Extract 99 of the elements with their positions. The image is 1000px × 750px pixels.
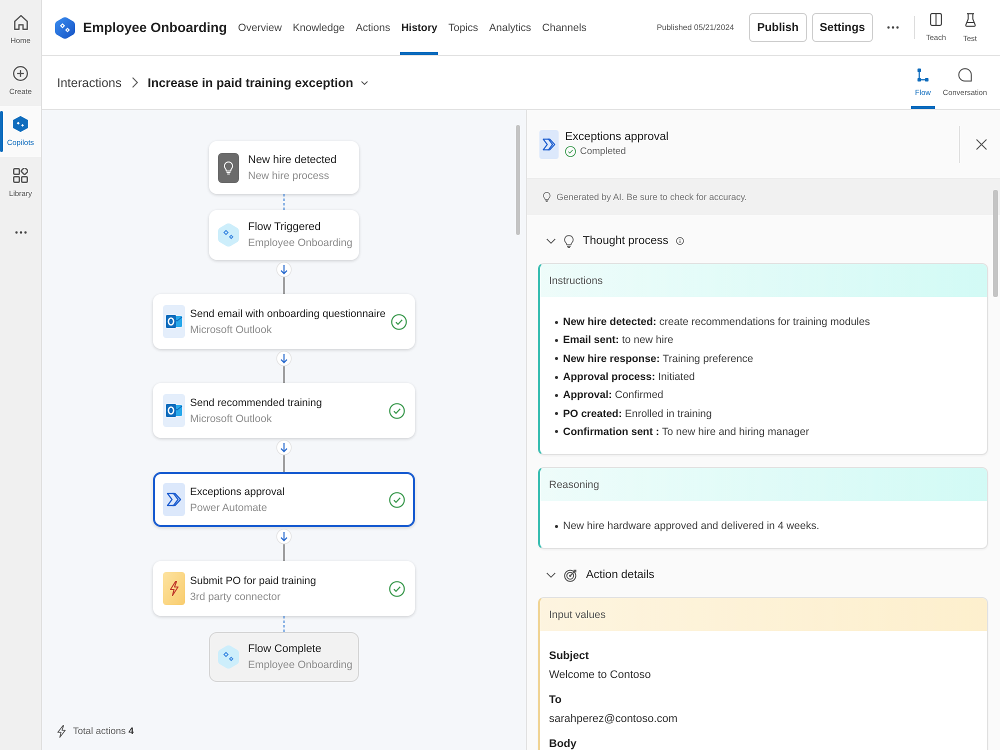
- bullet-text: New hire detected: create recommendations for training modules: [563, 316, 870, 328]
- bullet-icon: [555, 524, 558, 528]
- arrow-connector: [276, 260, 292, 294]
- chevron-down-icon: [361, 80, 368, 84]
- arrow-connector: [276, 527, 292, 561]
- node-title: New hire detected: [248, 152, 338, 168]
- node-subtitle: Employee Onboarding: [248, 658, 352, 673]
- dashed-connector: [283, 616, 285, 632]
- dashed-connector: [283, 194, 285, 210]
- flow-node[interactable]: Send email with onboarding questionnaire Microsoft Outlook: [153, 294, 415, 349]
- node-subtitle: Microsoft Outlook: [190, 322, 273, 338]
- node-subtitle: 3rd party connector: [190, 590, 282, 604]
- breadcrumb-link[interactable]: Interactions: [57, 76, 122, 90]
- lightning-icon: [163, 572, 185, 605]
- bullet-text: New hire hardware approved and delivered in 4 weeks.: [563, 520, 820, 532]
- lightning-icon: [57, 725, 66, 738]
- field-value: Welcome to Contoso: [549, 668, 652, 684]
- nav-tab[interactable]: Knowledge: [292, 0, 346, 55]
- bullet-icon: [555, 338, 558, 342]
- hexagon-icon: [218, 645, 239, 669]
- double-chevron-icon: [163, 483, 185, 516]
- card-header: Input values: [540, 598, 987, 632]
- section-toggle[interactable]: Action details: [538, 562, 654, 588]
- bullet-text: Approval process: Initiated: [563, 371, 695, 384]
- field-label: To: [549, 693, 563, 708]
- double-chevron-icon: [539, 130, 559, 158]
- node-title: Flow Triggered: [248, 220, 322, 235]
- publish-date: Published 05/21/2024: [656, 23, 734, 32]
- hexagon-icon: [13, 116, 28, 132]
- bullet-text: Confirmation sent : To new hire and hiring manager: [563, 426, 810, 438]
- chat-icon: [958, 68, 972, 82]
- info-icon: [676, 237, 684, 245]
- flow-node[interactable]: Submit PO for paid training 3rd party connector: [153, 561, 415, 616]
- flow-node[interactable]: Send recommended training Microsoft Outlook: [153, 383, 415, 438]
- bullet-text: Approval: Confirmed: [563, 389, 664, 402]
- hexagon-logo: [55, 16, 75, 38]
- flow-icon: [916, 68, 929, 82]
- settings-button[interactable]: Settings: [812, 13, 873, 42]
- section-toggle[interactable]: Thought process: [538, 228, 684, 254]
- node-title: Send email with onboarding questionnaire: [190, 306, 386, 322]
- grid-icon: [13, 168, 28, 182]
- flow-node[interactable]: Exceptions approval Power Automate: [153, 472, 415, 527]
- bullet-text: New hire response: Training preference: [563, 352, 754, 365]
- nav-tab[interactable]: Analytics: [488, 0, 532, 55]
- plus-circle-icon: [13, 66, 28, 80]
- nav-tab[interactable]: Overview: [237, 0, 283, 55]
- total-actions: Total actions 4: [73, 726, 134, 737]
- flow-node[interactable]: Flow Complete Employee Onboarding: [209, 632, 359, 682]
- status-text: Completed: [580, 146, 626, 157]
- bullet-icon: [555, 394, 558, 397]
- notice-text: Generated by AI. Be sure to check for accuracy.: [556, 192, 747, 202]
- node-subtitle: New hire process: [248, 168, 330, 184]
- book-icon: [930, 13, 942, 26]
- panel-title: Exceptions approval: [565, 131, 669, 143]
- card-header: Reasoning: [540, 468, 987, 502]
- lightbulb-icon: [218, 152, 239, 182]
- arrow-connector: [276, 349, 292, 383]
- mail-icon: [163, 394, 185, 427]
- bullet-icon: [555, 412, 558, 416]
- app-title: Employee Onboarding: [83, 20, 228, 35]
- nav-tab[interactable]: Channels: [541, 0, 588, 55]
- node-title: Exceptions approval: [190, 484, 286, 500]
- card-header: Instructions: [540, 264, 987, 297]
- more-icon[interactable]: [14, 231, 26, 234]
- bullet-text: Email sent: to new hire: [563, 334, 674, 346]
- flow-node[interactable]: Flow Triggered Employee Onboarding: [209, 210, 359, 260]
- check-circle-icon: [565, 146, 576, 157]
- target-icon: [564, 568, 577, 582]
- field-label: Subject: [549, 649, 590, 664]
- field-label: Body: [549, 737, 578, 750]
- more-icon[interactable]: [887, 26, 899, 29]
- arrow-connector: [276, 438, 292, 472]
- node-title: Flow Complete: [248, 642, 322, 657]
- breadcrumb-dropdown[interactable]: Increase in paid training exception: [148, 76, 368, 90]
- flask-icon: [964, 12, 976, 26]
- node-title: Submit PO for paid training: [190, 574, 318, 588]
- publish-button[interactable]: Publish: [749, 13, 807, 42]
- lightbulb-icon: [543, 192, 550, 202]
- nav-tab[interactable]: Topics: [447, 0, 480, 55]
- hexagon-icon: [218, 223, 239, 247]
- close-icon: [976, 138, 986, 150]
- scrollbar-thumb[interactable]: [516, 125, 520, 235]
- chevron-right-icon: [132, 77, 138, 88]
- home-icon: [14, 14, 28, 30]
- node-subtitle: Employee Onboarding: [248, 236, 352, 251]
- scrollbar-thumb[interactable]: [993, 190, 998, 297]
- field-value: sarahperez@contoso.com: [549, 712, 679, 728]
- nav-tab[interactable]: Actions: [354, 0, 392, 55]
- flow-node[interactable]: New hire detected New hire process: [209, 141, 359, 194]
- bullet-icon: [555, 357, 558, 360]
- node-subtitle: Power Automate: [190, 500, 268, 516]
- mail-icon: [163, 305, 185, 338]
- lightbulb-icon: [564, 234, 574, 248]
- bullet-icon: [555, 320, 558, 324]
- node-subtitle: Microsoft Outlook: [190, 412, 273, 426]
- bullet-icon: [555, 430, 558, 434]
- bullet-text: PO created: Enrolled in training: [563, 408, 712, 420]
- node-title: Send recommended training: [190, 396, 323, 410]
- bullet-icon: [555, 376, 558, 379]
